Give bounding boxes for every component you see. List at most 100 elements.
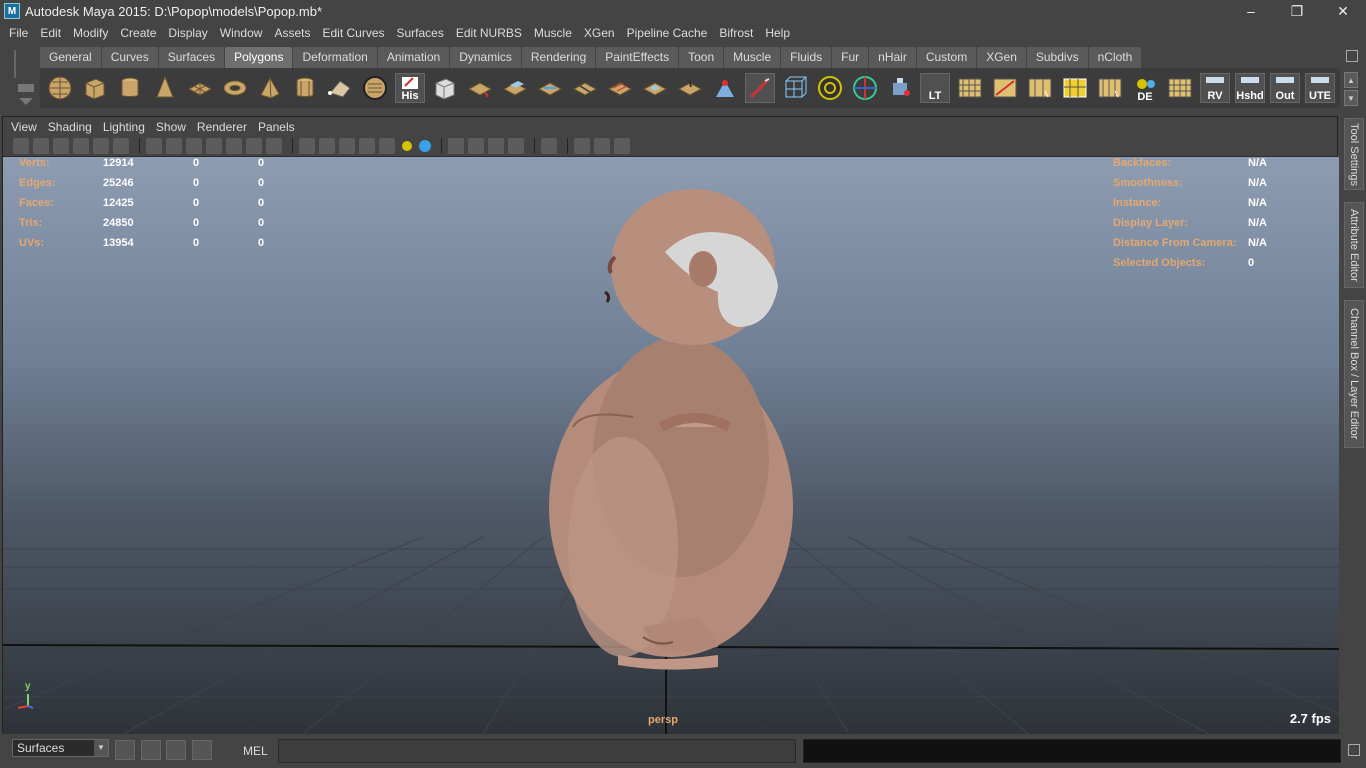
hypershade-icon[interactable]: Hshd xyxy=(1235,73,1265,103)
restore-button[interactable]: ❐ xyxy=(1274,0,1320,22)
anti-aliasing-icon[interactable] xyxy=(488,138,504,154)
safe-action-icon[interactable] xyxy=(246,138,262,154)
tab-tool-settings[interactable]: Tool Settings xyxy=(1344,118,1364,190)
menu-assets[interactable]: Assets xyxy=(268,26,316,40)
xray-joints-icon[interactable] xyxy=(614,138,630,154)
tab-painteffects[interactable]: PaintEffects xyxy=(596,47,679,68)
target-icon[interactable] xyxy=(815,73,845,103)
motion-blur-icon[interactable] xyxy=(468,138,484,154)
menu-help[interactable]: Help xyxy=(759,26,796,40)
menu-display[interactable]: Display xyxy=(162,26,213,40)
history-toggle-icon[interactable]: His xyxy=(395,73,425,103)
combine-icon[interactable] xyxy=(360,73,390,103)
menu-edit-nurbs[interactable]: Edit NURBS xyxy=(450,26,528,40)
list-view-icon[interactable] xyxy=(166,740,186,760)
tab-toon[interactable]: Toon xyxy=(679,47,724,68)
panel-menu-lighting[interactable]: Lighting xyxy=(99,120,152,134)
minimize-button[interactable]: – xyxy=(1228,0,1274,22)
script-editor-button-icon[interactable] xyxy=(1348,744,1360,756)
average-vertices-icon[interactable] xyxy=(710,73,740,103)
rv-icon[interactable]: RV xyxy=(1200,73,1230,103)
tab-muscle[interactable]: Muscle xyxy=(724,47,781,68)
tab-xgen[interactable]: XGen xyxy=(977,47,1026,68)
menu-edit-curves[interactable]: Edit Curves xyxy=(316,26,390,40)
sculpt-geometry-icon[interactable] xyxy=(675,73,705,103)
bridge-icon[interactable] xyxy=(500,73,530,103)
ute-icon[interactable]: UTE xyxy=(1305,73,1335,103)
tab-subdivs[interactable]: Subdivs xyxy=(1026,47,1088,68)
menu-xgen[interactable]: XGen xyxy=(578,26,621,40)
panel-menu-show[interactable]: Show xyxy=(152,120,193,134)
depth-of-field-icon[interactable] xyxy=(508,138,524,154)
menu-modify[interactable]: Modify xyxy=(67,26,114,40)
uv-select-icon[interactable] xyxy=(1060,73,1090,103)
menu-list-icon[interactable] xyxy=(192,740,212,760)
film-gate-icon[interactable] xyxy=(166,138,182,154)
camera-attributes-icon[interactable] xyxy=(33,138,49,154)
trash-icon[interactable] xyxy=(1346,50,1358,62)
script-robot-icon[interactable] xyxy=(885,73,915,103)
grid-icon[interactable] xyxy=(146,138,162,154)
tab-fluids[interactable]: Fluids xyxy=(781,47,832,68)
tab-dynamics[interactable]: Dynamics xyxy=(450,47,521,68)
tab-polygons[interactable]: Polygons xyxy=(225,47,293,68)
menu-surfaces[interactable]: Surfaces xyxy=(391,26,450,40)
poly-pipe-icon[interactable] xyxy=(290,73,320,103)
panel-menu-view[interactable]: View xyxy=(7,120,44,134)
tab-rendering[interactable]: Rendering xyxy=(521,47,596,68)
uv-layout-icon[interactable] xyxy=(955,73,985,103)
tab-deformation[interactable]: Deformation xyxy=(293,47,377,68)
isolate-select-icon[interactable] xyxy=(541,138,557,154)
poly-box-icon[interactable] xyxy=(430,73,460,103)
command-input[interactable] xyxy=(278,739,796,763)
script-editor-icon[interactable] xyxy=(141,740,161,760)
resolution-gate-icon[interactable] xyxy=(186,138,202,154)
wireframe-icon[interactable] xyxy=(299,138,315,154)
extrude-icon[interactable] xyxy=(465,73,495,103)
insert-edge-loop-icon[interactable] xyxy=(605,73,635,103)
tab-curves[interactable]: Curves xyxy=(101,47,158,68)
shelf-scroll[interactable]: ▲ ▼ xyxy=(1344,72,1358,106)
wireframe-cube-icon[interactable] xyxy=(780,73,810,103)
uv-cut-icon[interactable] xyxy=(990,73,1020,103)
uv-unfold-icon[interactable] xyxy=(1095,73,1125,103)
tab-fur[interactable]: Fur xyxy=(832,47,869,68)
menu-set-dropdown[interactable]: Surfaces ▼ xyxy=(12,739,109,757)
tab-channel-box[interactable]: Channel Box / Layer Editor xyxy=(1344,300,1364,448)
close-button[interactable]: ✕ xyxy=(1320,0,1366,22)
xray-active-icon[interactable] xyxy=(594,138,610,154)
tab-attribute-editor[interactable]: Attribute Editor xyxy=(1344,202,1364,288)
menu-window[interactable]: Window xyxy=(214,26,269,40)
tab-animation[interactable]: Animation xyxy=(377,47,450,68)
perspective-viewport[interactable]: Verts: 12914 0 0 Edges: 25246 0 0 Faces:… xyxy=(3,157,1339,734)
scroll-down-icon[interactable]: ▼ xyxy=(1344,90,1358,106)
panel-menu-shading[interactable]: Shading xyxy=(44,120,99,134)
uv-sew-icon[interactable] xyxy=(1025,73,1055,103)
panel-menu-panels[interactable]: Panels xyxy=(254,120,302,134)
screen-space-ao-icon[interactable] xyxy=(448,138,464,154)
offset-edge-loop-icon[interactable] xyxy=(640,73,670,103)
poly-sphere-icon[interactable] xyxy=(45,73,75,103)
poly-torus-icon[interactable] xyxy=(220,73,250,103)
menu-edit[interactable]: Edit xyxy=(34,26,67,40)
poly-cone-icon[interactable] xyxy=(150,73,180,103)
scroll-up-icon[interactable]: ▲ xyxy=(1344,72,1358,88)
shelf-menu-handle[interactable] xyxy=(8,48,38,108)
tab-custom[interactable]: Custom xyxy=(916,47,977,68)
smooth-shade-icon[interactable] xyxy=(319,138,335,154)
split-polygon-icon[interactable] xyxy=(570,73,600,103)
2d-pan-zoom-icon[interactable] xyxy=(93,138,109,154)
poly-pyramid-icon[interactable] xyxy=(255,73,285,103)
gate-mask-icon[interactable] xyxy=(206,138,222,154)
paint-brush-icon[interactable] xyxy=(745,73,775,103)
create-polygon-tool-icon[interactable] xyxy=(325,73,355,103)
lights-icon[interactable] xyxy=(402,141,412,151)
poly-plane-icon[interactable] xyxy=(185,73,215,103)
menu-muscle[interactable]: Muscle xyxy=(528,26,578,40)
bookmarks-icon[interactable] xyxy=(53,138,69,154)
shadows-icon[interactable] xyxy=(419,140,431,152)
mel-language-toggle[interactable]: MEL xyxy=(243,744,268,758)
default-material-icon[interactable] xyxy=(359,138,375,154)
snap-toggle-icon[interactable] xyxy=(115,740,135,760)
menu-bifrost[interactable]: Bifrost xyxy=(713,26,759,40)
